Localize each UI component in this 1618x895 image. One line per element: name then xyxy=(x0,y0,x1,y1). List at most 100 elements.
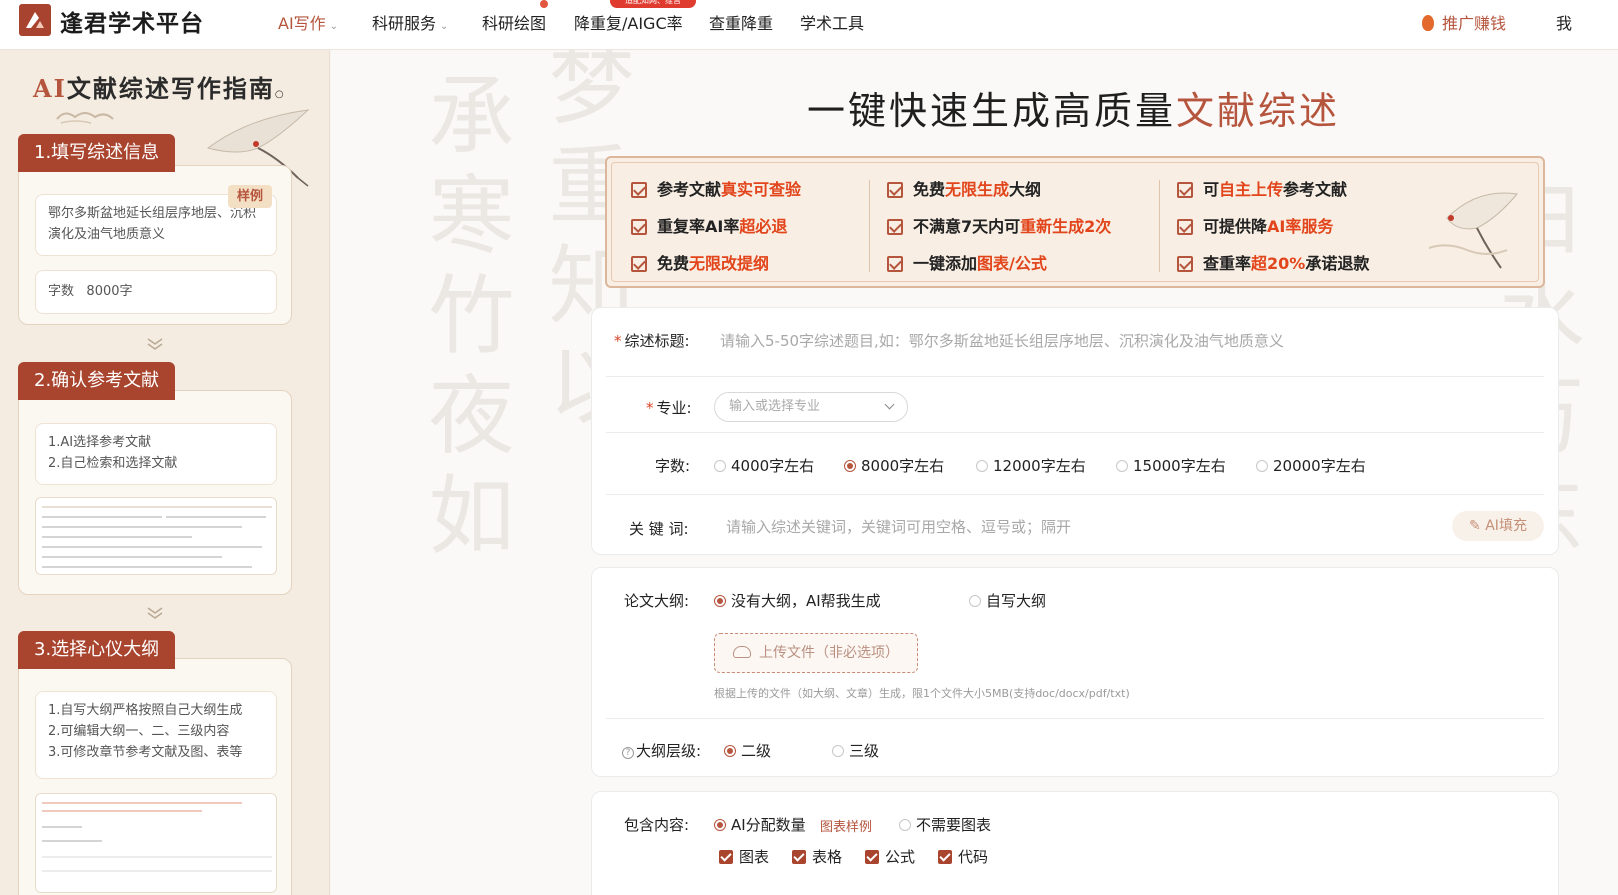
keywords-input[interactable]: 请输入综述关键词，关键词可用空格、逗号或；隔开 xyxy=(726,516,1071,537)
checkbox-icon xyxy=(938,850,952,864)
chevron-down-icon xyxy=(147,338,163,350)
nav-research-drawing[interactable]: 科研绘图 xyxy=(482,10,546,34)
radio-icon xyxy=(1256,460,1268,472)
title-input[interactable]: 请输入5-50字综述题目,如：鄂尔多斯盆地延长组层序地层、沉积演化及油气地质意义 xyxy=(720,330,1284,351)
check-code[interactable]: 代码 xyxy=(938,846,988,867)
outline-option-ai[interactable]: 没有大纲，AI帮我生成 xyxy=(714,590,881,611)
checkbox-icon xyxy=(631,219,647,235)
sidebar-title: AI文献综述写作指南○ xyxy=(33,74,286,103)
level-option-3[interactable]: 三级 xyxy=(832,740,879,761)
feature-item: 免费无限生成大纲 xyxy=(887,176,1041,200)
content-option-ai[interactable]: AI分配数量 xyxy=(714,814,806,835)
radio-icon xyxy=(714,595,726,607)
radio-icon xyxy=(714,819,726,831)
promo-link[interactable]: 推广赚钱 xyxy=(1422,10,1506,34)
feature-item: 一键添加图表/公式 xyxy=(887,250,1047,274)
reference-preview-thumbnail xyxy=(35,497,277,575)
chart-sample-link[interactable]: 图表样例 xyxy=(820,816,872,835)
content-option-none[interactable]: 不需要图表 xyxy=(899,814,991,835)
nav-reduce-aigc[interactable]: 降重复/AIGC率 xyxy=(574,10,683,34)
radio-icon xyxy=(832,745,844,757)
step2-lines: 1.AI选择参考文献 2.自己检索和选择文献 xyxy=(35,423,277,485)
checkbox-icon xyxy=(1177,182,1193,198)
check-table[interactable]: 表格 xyxy=(792,846,842,867)
feature-item: 重复率AI率超必退 xyxy=(631,213,787,237)
content-card: 包含内容: AI分配数量 图表样例 不需要图表 图表 表格 公式 代码 xyxy=(591,791,1559,895)
sample-title-box: 样例 鄂尔多斯盆地延长组层序地层、沉积演化及油气地质意义 xyxy=(35,185,277,256)
title-label: * 综述标题: xyxy=(614,332,690,350)
user-menu[interactable]: 我 xyxy=(1556,10,1572,34)
word-option-4000[interactable]: 4000字左右 xyxy=(714,455,814,476)
check-chart[interactable]: 图表 xyxy=(719,846,769,867)
chevron-down-icon: ⌄ xyxy=(329,21,339,32)
step-card-3: 1.自写大纲严格按照自己大纲生成 2.可编辑大纲一、二、三级内容 3.可修改章节… xyxy=(18,658,292,895)
radio-icon xyxy=(969,595,981,607)
step-card-1: 样例 鄂尔多斯盆地延长组层序地层、沉积演化及油气地质意义 字数 8000字 xyxy=(18,165,292,325)
cloud-icon xyxy=(56,112,114,124)
outline-level-label: ? 大纲层级: xyxy=(622,740,701,761)
help-icon[interactable]: ? xyxy=(622,747,634,759)
checkbox-icon xyxy=(631,182,647,198)
main-content: 承寒竹夜如 梦重知以 白水万东 一键快速生成高质量文献综述 参考文献真实可查验 … xyxy=(331,50,1618,895)
nav-badge: 适配知网、维普 xyxy=(610,0,696,8)
nav-academic-tools[interactable]: 学术工具 xyxy=(800,10,864,34)
check-formula[interactable]: 公式 xyxy=(865,846,915,867)
words-label: 字数: xyxy=(655,457,691,475)
nav-ai-writing[interactable]: AI写作 ⌄ xyxy=(278,10,338,34)
outline-label: 论文大纲: xyxy=(624,592,690,610)
word-option-12000[interactable]: 12000字左右 xyxy=(976,455,1086,476)
word-option-15000[interactable]: 15000字左右 xyxy=(1116,455,1226,476)
outline-preview-thumbnail xyxy=(35,793,277,893)
word-option-20000[interactable]: 20000字左右 xyxy=(1256,455,1366,476)
upload-file-button[interactable]: 上传文件（非必选项） xyxy=(714,633,918,673)
checkbox-icon xyxy=(865,850,879,864)
radio-icon xyxy=(724,745,736,757)
nav-research-services[interactable]: 科研服务 ⌄ xyxy=(372,10,448,34)
feature-item: 可自主上传参考文献 xyxy=(1177,176,1347,200)
chevron-down-icon xyxy=(884,399,895,410)
page-headline: 一键快速生成高质量文献综述 xyxy=(807,89,1341,133)
radio-icon xyxy=(976,460,988,472)
outline-card: 论文大纲: 没有大纲，AI帮我生成 自写大纲 上传文件（非必选项） 根据上传的文… xyxy=(591,567,1559,777)
radio-icon xyxy=(714,460,726,472)
keywords-label: 关 键 词: xyxy=(629,520,689,538)
nav-plagiarism-check[interactable]: 查重降重 xyxy=(709,10,773,34)
sample-word-box: 字数 8000字 xyxy=(35,270,277,314)
notification-dot xyxy=(540,0,548,8)
checkbox-icon xyxy=(792,850,806,864)
guide-sidebar: AI文献综述写作指南○ 样例 鄂尔多斯盆地延长组层序地层、沉积演化及油气地质意义… xyxy=(0,50,330,895)
basic-info-card: * 综述标题: 请输入5-50字综述题目,如：鄂尔多斯盆地延长组层序地层、沉积演化… xyxy=(591,307,1559,555)
content-label: 包含内容: xyxy=(624,816,690,834)
radio-icon xyxy=(899,819,911,831)
chevron-down-icon xyxy=(147,607,163,619)
checkbox-icon xyxy=(887,182,903,198)
pen-icon: ✎ xyxy=(1469,518,1481,534)
radio-icon xyxy=(844,460,856,472)
chevron-down-icon: ⌄ xyxy=(440,21,449,32)
level-option-2[interactable]: 二级 xyxy=(724,740,771,761)
checkbox-icon xyxy=(887,219,903,235)
top-nav: 逢君学术平台 AI写作 ⌄ 科研服务 ⌄ 科研绘图 降重复/AIGC率 适配知网、维… xyxy=(0,0,1618,50)
checkbox-icon xyxy=(1177,256,1193,272)
step-tag-1: 1.填写综述信息 xyxy=(18,134,176,172)
upload-hint: 根据上传的文件（如大纲、文章）生成，限1个文件大小5MB(支持doc/docx/… xyxy=(714,687,1130,700)
feature-item: 免费无限改提纲 xyxy=(631,250,769,274)
sample-badge: 样例 xyxy=(227,185,272,208)
radio-icon xyxy=(1116,460,1128,472)
step-card-2: 1.AI选择参考文献 2.自己检索和选择文献 xyxy=(18,390,292,595)
checkbox-icon xyxy=(1177,219,1193,235)
word-option-8000[interactable]: 8000字左右 xyxy=(844,455,944,476)
ai-fill-button[interactable]: ✎ AI填充 xyxy=(1452,511,1544,541)
crane-icon xyxy=(1428,192,1518,269)
outline-option-self[interactable]: 自写大纲 xyxy=(969,590,1046,611)
cloud-upload-icon xyxy=(733,646,751,658)
logo-icon[interactable] xyxy=(19,4,51,36)
checkbox-icon xyxy=(719,850,733,864)
feature-panel: 参考文献真实可查验 免费无限生成大纲 可自主上传参考文献 重复率AI率超必退 不… xyxy=(605,156,1545,288)
feature-item: 不满意7天内可重新生成2次 xyxy=(887,213,1111,237)
step-tag-2: 2.确认参考文献 xyxy=(18,362,176,400)
calligraphy-decoration: 承寒竹夜如 xyxy=(413,70,513,570)
major-select[interactable]: 输入或选择专业 xyxy=(714,392,908,422)
step3-lines: 1.自写大纲严格按照自己大纲生成 2.可编辑大纲一、二、三级内容 3.可修改章节… xyxy=(35,691,277,779)
brand-name[interactable]: 逢君学术平台 xyxy=(60,4,204,38)
